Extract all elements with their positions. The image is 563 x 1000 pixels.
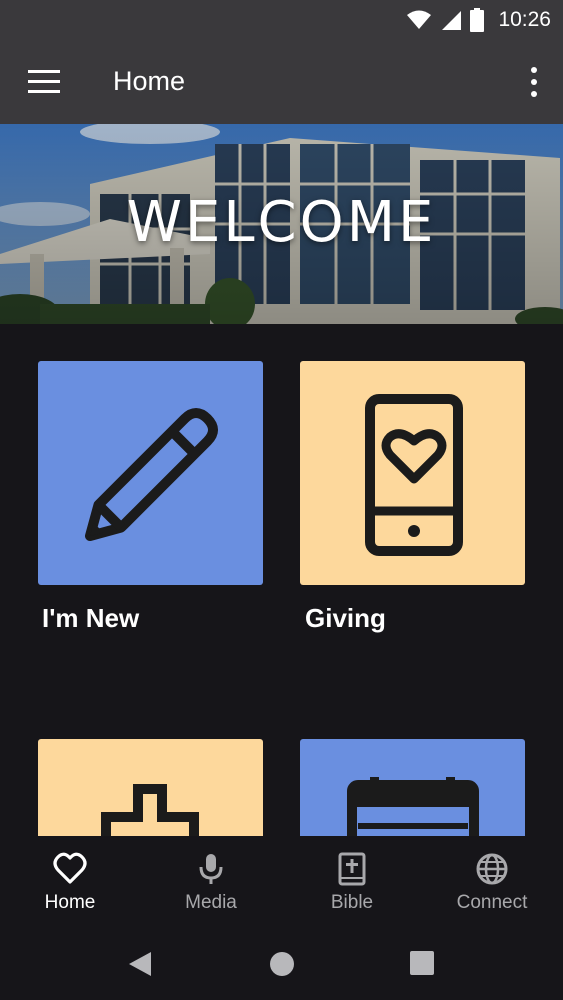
app-bar: Home xyxy=(0,40,563,124)
nav-label-bible: Bible xyxy=(330,892,374,913)
nav-label-connect: Connect xyxy=(456,892,528,913)
more-options-icon[interactable] xyxy=(527,66,541,98)
home-circle-icon[interactable] xyxy=(269,951,295,977)
church-icon xyxy=(101,784,199,836)
recents-square-icon[interactable] xyxy=(410,951,434,975)
bible-icon xyxy=(338,852,366,886)
welcome-banner[interactable]: WELCOME xyxy=(0,124,563,324)
bottom-navigation: Home Media Bible Connect xyxy=(0,836,563,928)
tile-giving[interactable] xyxy=(300,361,525,585)
status-bar: 10:26 xyxy=(0,0,563,40)
battery-icon xyxy=(470,8,485,32)
page-title: Home xyxy=(113,66,186,96)
welcome-heading: WELCOME xyxy=(126,190,437,255)
tile-church[interactable] xyxy=(38,739,263,836)
phone-heart-icon xyxy=(365,394,463,556)
back-icon[interactable] xyxy=(127,950,153,978)
heart-icon xyxy=(53,852,87,884)
nav-bible[interactable]: Bible xyxy=(282,836,422,928)
hamburger-menu-icon[interactable] xyxy=(28,68,60,96)
calendar-icon xyxy=(347,777,479,836)
nav-home[interactable]: Home xyxy=(0,836,140,928)
tile-label-giving[interactable]: Giving xyxy=(305,603,386,634)
status-time: 10:26 xyxy=(498,8,551,31)
nav-connect[interactable]: Connect xyxy=(422,836,562,928)
tile-events[interactable] xyxy=(300,739,525,836)
tile-label-im-new[interactable]: I'm New xyxy=(42,603,139,634)
nav-label-media: Media xyxy=(185,892,237,913)
microphone-icon xyxy=(199,854,223,884)
signal-icon xyxy=(442,11,462,30)
globe-icon xyxy=(476,853,508,885)
tile-im-new[interactable] xyxy=(38,361,263,585)
system-navigation-bar xyxy=(0,928,563,1000)
nav-media[interactable]: Media xyxy=(141,836,281,928)
wifi-icon xyxy=(407,10,432,29)
pencil-icon xyxy=(85,408,218,541)
nav-label-home: Home xyxy=(44,892,96,913)
